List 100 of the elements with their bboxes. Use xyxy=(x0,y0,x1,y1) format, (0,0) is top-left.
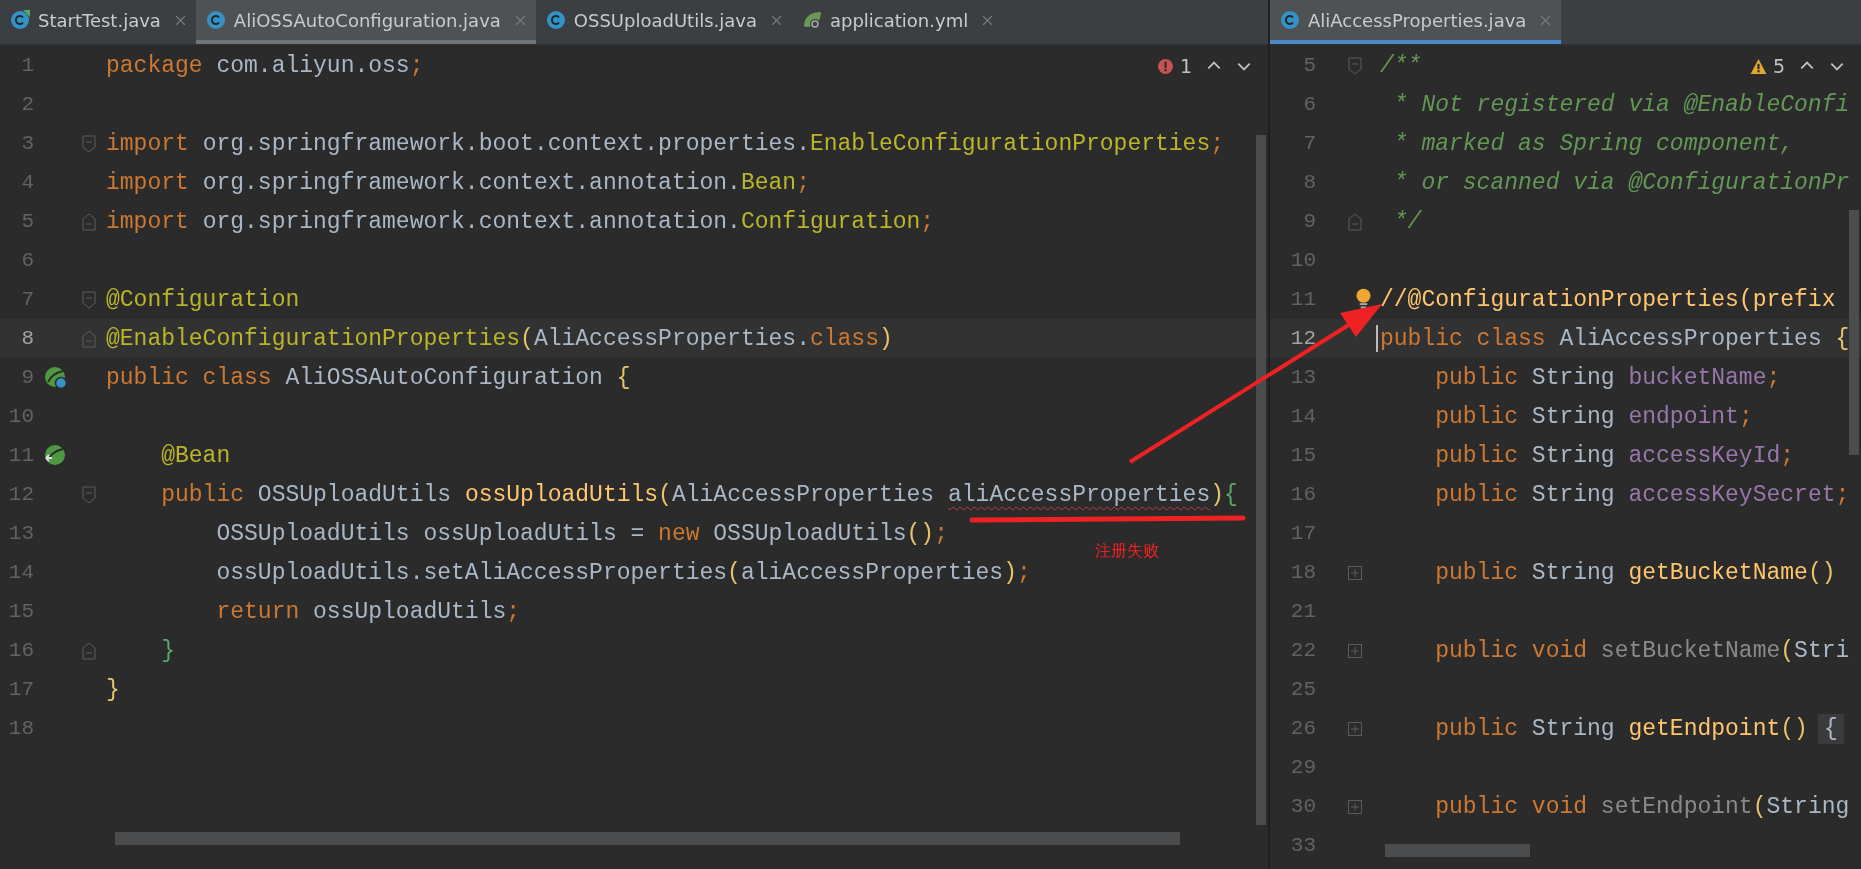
lightbulb-icon[interactable] xyxy=(1356,288,1371,309)
line-number: 10 xyxy=(1289,249,1317,272)
fold-marker[interactable] xyxy=(1348,212,1362,231)
scrollbar-thumb[interactable] xyxy=(1849,210,1859,455)
fold-marker[interactable] xyxy=(82,485,96,504)
code-line: public String bucketName; xyxy=(1434,364,1781,391)
line-number: 33 xyxy=(1289,834,1317,857)
editor-tab[interactable]: application.yml xyxy=(791,0,1004,44)
line-number: 10 xyxy=(7,405,35,428)
annotation-text: 注册失败 xyxy=(1095,541,1159,562)
expand-marker[interactable] xyxy=(1348,641,1362,660)
code-line: * marked as Spring component, xyxy=(1392,130,1795,157)
fold-marker[interactable] xyxy=(1348,56,1362,75)
editor-tab[interactable]: StartTest.java xyxy=(0,0,196,44)
code-line: public class AliAccessProperties { xyxy=(1380,325,1850,352)
code-line: @Configuration xyxy=(106,286,300,313)
code-line: public String getEndpoint() { xyxy=(1380,715,1844,742)
line-number: 22 xyxy=(1289,639,1317,662)
line-number: 29 xyxy=(1289,756,1317,779)
line-number: 5 xyxy=(1302,54,1317,77)
line-number: 13 xyxy=(7,522,35,545)
line-number: 14 xyxy=(1289,405,1317,428)
close-icon[interactable] xyxy=(174,14,186,26)
line-number: 4 xyxy=(20,171,35,194)
problem-count[interactable]: 1 xyxy=(1156,55,1192,77)
line-number: 25 xyxy=(1289,678,1317,701)
expand-marker[interactable] xyxy=(1348,719,1362,738)
code-line: import org.springframework.context.annotation.Configuration; xyxy=(106,208,935,235)
line-number: 30 xyxy=(1289,795,1317,818)
fold-marker[interactable] xyxy=(82,134,96,153)
text-caret xyxy=(1376,325,1378,352)
code-line: import org.springframework.context.annotation.Bean; xyxy=(106,169,810,196)
code-line: } xyxy=(160,637,175,664)
line-number: 9 xyxy=(20,366,35,389)
line-number: 11 xyxy=(1289,288,1317,311)
code-line: public OSSUploadUtils ossUploadUtils(AliAccessProperties aliAccessProperties){ xyxy=(160,481,1238,508)
line-number: 17 xyxy=(1289,522,1317,545)
code-line: public String getBucketName() xyxy=(1434,559,1836,586)
code-line: return ossUploadUtils; xyxy=(215,598,521,625)
close-icon[interactable] xyxy=(982,14,994,26)
line-number: 21 xyxy=(1289,600,1317,623)
line-number: 2 xyxy=(20,93,35,116)
line-number: 8 xyxy=(20,327,35,350)
line-number: 9 xyxy=(1302,210,1317,233)
code-line: ossUploadUtils.setAliAccessProperties(aliAccessProperties); xyxy=(215,559,1031,586)
line-number: 15 xyxy=(7,600,35,623)
line-number: 17 xyxy=(7,678,35,701)
code-line: package com.aliyun.oss; xyxy=(106,52,424,79)
code-line: public String accessKeyId; xyxy=(1434,442,1795,469)
close-icon[interactable] xyxy=(514,14,526,26)
line-number: 5 xyxy=(20,210,35,233)
editor-tab[interactable]: AliOSSAutoConfiguration.java xyxy=(195,0,536,44)
code-line: OSSUploadUtils ossUploadUtils = new OSSUploadUtils(); xyxy=(215,520,948,547)
line-number: 14 xyxy=(7,561,35,584)
problem-count[interactable]: 5 xyxy=(1749,55,1785,77)
fold-marker[interactable] xyxy=(82,290,96,309)
fold-marker[interactable] xyxy=(82,641,96,660)
class-icon xyxy=(1280,10,1300,30)
code-line: /** xyxy=(1380,52,1422,79)
fold-marker[interactable] xyxy=(82,212,96,231)
code-line: import org.springframework.boot.context.properties.EnableConfigurationProperties; xyxy=(106,130,1224,157)
scrollbar-thumb[interactable] xyxy=(1256,135,1266,825)
line-number: 16 xyxy=(1289,483,1317,506)
scrollbar-thumb[interactable] xyxy=(115,832,1180,845)
line-number: 18 xyxy=(7,717,35,740)
code-line: * or scanned via @ConfigurationPr xyxy=(1392,169,1850,196)
editor-tab[interactable]: AliAccessProperties.java xyxy=(1270,0,1562,44)
class-icon xyxy=(10,10,30,30)
expand-marker[interactable] xyxy=(1348,797,1362,816)
close-icon[interactable] xyxy=(770,14,782,26)
warning-icon xyxy=(1749,57,1767,75)
line-number: 13 xyxy=(1289,366,1317,389)
code-line: } xyxy=(106,676,120,703)
error-icon xyxy=(1156,57,1174,75)
code-line: public String endpoint; xyxy=(1434,403,1753,430)
line-number: 7 xyxy=(1302,132,1317,155)
class-icon xyxy=(545,10,566,30)
bean-icon[interactable] xyxy=(44,443,68,468)
fold-marker[interactable] xyxy=(82,329,96,348)
line-number: 1 xyxy=(20,54,35,77)
line-number: 12 xyxy=(1289,327,1317,350)
line-number: 12 xyxy=(7,483,35,506)
line-number: 26 xyxy=(1289,717,1317,740)
expand-marker[interactable] xyxy=(1348,563,1362,582)
code-line: //@ConfigurationProperties(prefix xyxy=(1380,286,1836,313)
line-number: 6 xyxy=(20,249,35,272)
code-line: * Not registered via @EnableConfi xyxy=(1392,91,1850,118)
leaf-icon xyxy=(801,10,822,30)
line-number: 8 xyxy=(1302,171,1317,194)
line-number: 7 xyxy=(20,288,35,311)
code-line: @Bean xyxy=(160,442,231,469)
close-icon[interactable] xyxy=(1540,14,1552,26)
line-number: 11 xyxy=(7,444,35,467)
code-line: @EnableConfigurationProperties(AliAccessProperties.class) xyxy=(106,325,893,352)
line-number: 3 xyxy=(20,132,35,155)
line-number: 6 xyxy=(1302,93,1317,116)
scrollbar-thumb[interactable] xyxy=(1385,844,1530,857)
line-number: 15 xyxy=(1289,444,1317,467)
code-line: public void setEndpoint(String xyxy=(1434,793,1850,820)
editor-tab[interactable]: OSSUploadUtils.java xyxy=(535,0,792,44)
